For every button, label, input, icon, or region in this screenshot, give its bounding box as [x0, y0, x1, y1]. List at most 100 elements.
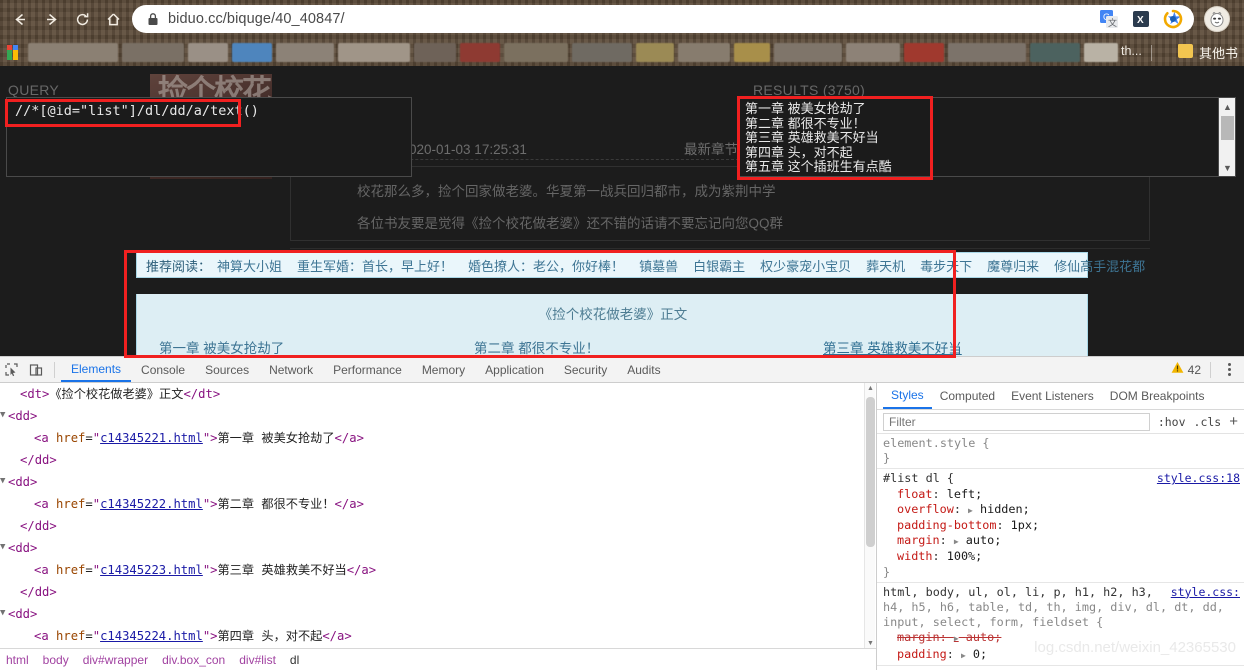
recommended-link[interactable]: 魔尊归来 — [987, 259, 1039, 274]
devtools-tab-security[interactable]: Security — [554, 357, 617, 382]
x-extension-icon[interactable]: X — [1130, 8, 1152, 30]
bookmark-item[interactable] — [188, 43, 228, 62]
expand-triangle-icon[interactable]: ▼ — [0, 477, 10, 486]
bookmark-item[interactable] — [572, 43, 632, 62]
recommended-link[interactable]: 神算大小姐 — [217, 259, 282, 274]
breadcrumb-item[interactable]: div.box_con — [162, 653, 225, 667]
scroll-up-arrow-icon[interactable]: ▲ — [1219, 99, 1236, 114]
hov-toggle-button[interactable]: :hov — [1158, 415, 1186, 429]
profile-avatar[interactable] — [1204, 6, 1230, 32]
css-source-link[interactable]: style.css:18 — [1157, 471, 1240, 486]
bookmark-item[interactable] — [276, 43, 334, 62]
scroll-up-arrow-icon[interactable]: ▲ — [865, 383, 876, 394]
breadcrumb-item[interactable]: body — [43, 653, 69, 667]
dom-tree-line[interactable]: <a href="c14345221.html">第一章 被美女抢劫了</a> — [0, 427, 876, 449]
recommended-link[interactable]: 葬天机 — [866, 259, 905, 274]
bookmark-item[interactable] — [460, 43, 500, 62]
recommended-link[interactable]: 婚色撩人：老公，你好棒！ — [468, 259, 624, 274]
scroll-down-arrow-icon[interactable]: ▼ — [1219, 160, 1236, 175]
other-bookmarks-label[interactable]: 其他书 — [1199, 43, 1238, 62]
devtools-tab-network[interactable]: Network — [259, 357, 323, 382]
dom-tree-line[interactable]: ▼ <dd> — [0, 537, 876, 559]
recommended-link[interactable]: 白银霸主 — [693, 259, 745, 274]
bookmark-item[interactable] — [1030, 43, 1080, 62]
recommended-link[interactable]: 修仙高手混花都 — [1054, 259, 1145, 274]
bookmark-truncated-label[interactable]: th... — [1121, 44, 1142, 58]
devtools-tab-console[interactable]: Console — [131, 357, 195, 382]
devtools-tab-application[interactable]: Application — [475, 357, 554, 382]
expand-triangle-icon[interactable]: ▼ — [0, 411, 10, 420]
styles-tab-dom-breakpoints[interactable]: DOM Breakpoints — [1102, 383, 1213, 409]
bookmark-item[interactable] — [338, 43, 410, 62]
bookmark-item[interactable] — [414, 43, 456, 62]
scrollbar-thumb[interactable] — [866, 397, 875, 547]
address-bar[interactable]: biduo.cc/biquge/40_40847/ ★ — [132, 5, 1194, 33]
bookmark-item[interactable] — [232, 43, 272, 62]
bookmark-item[interactable] — [734, 43, 770, 62]
bookmark-item[interactable] — [678, 43, 730, 62]
dom-tree-line[interactable]: ▼ <dd> — [0, 471, 876, 493]
scrollbar-thumb[interactable] — [1221, 116, 1234, 140]
dom-tree-line[interactable]: <a href="c14345223.html">第三章 英雄救美不好当</a> — [0, 559, 876, 581]
google-translate-icon[interactable]: G文 — [1098, 8, 1120, 30]
devtools-tab-memory[interactable]: Memory — [412, 357, 475, 382]
inspect-cursor-icon[interactable] — [0, 358, 24, 382]
devtools-tab-elements[interactable]: Elements — [61, 357, 132, 382]
apps-grid-icon[interactable] — [7, 45, 21, 60]
css-rule[interactable]: element.style {} — [877, 434, 1244, 470]
breadcrumb-item[interactable]: dl — [290, 653, 299, 667]
bookmark-item[interactable] — [122, 43, 184, 62]
elements-tree[interactable]: <dt>《捡个校花做老婆》正文</dt> ▼ <dd> <a href="c14345… — [0, 383, 876, 649]
reload-button[interactable] — [69, 6, 95, 32]
css-source-link[interactable]: style.css: — [1171, 585, 1240, 600]
expand-triangle-icon[interactable]: ▼ — [0, 609, 10, 618]
warning-triangle-icon[interactable] — [1171, 361, 1184, 379]
elements-tree-scrollbar[interactable]: ▲ ▼ — [864, 383, 875, 649]
recommended-link[interactable]: 镇墓兽 — [639, 259, 678, 274]
bookmark-item[interactable] — [1084, 43, 1118, 62]
back-button[interactable] — [7, 6, 33, 32]
device-toolbar-icon[interactable] — [24, 358, 48, 382]
styles-tab-styles[interactable]: Styles — [883, 383, 932, 409]
breadcrumb-item[interactable]: div#wrapper — [83, 653, 148, 667]
chapter-link[interactable]: 第二章 都很不专业！ — [474, 341, 599, 356]
bookmark-item[interactable] — [948, 43, 1026, 62]
cls-toggle-button[interactable]: .cls — [1194, 415, 1222, 429]
recommended-link[interactable]: 权少豪宠小宝贝 — [760, 259, 851, 274]
xpath-query-panel[interactable]: //*[@id="list"]/dl/dd/a/text() — [6, 97, 412, 177]
devtools-tab-audits[interactable]: Audits — [617, 357, 670, 382]
other-bookmarks-folder-icon[interactable] — [1178, 44, 1193, 58]
bookmark-item[interactable] — [904, 43, 944, 62]
dom-tree-line[interactable]: </dd> — [0, 515, 876, 537]
expand-triangle-icon[interactable]: ▼ — [0, 543, 10, 552]
dom-tree-line[interactable]: ▼ <dd> — [0, 405, 876, 427]
recommended-link[interactable]: 重生军婚：首长，早上好！ — [297, 259, 453, 274]
new-style-rule-button[interactable]: + — [1229, 414, 1238, 429]
xpath-results-scrollbar[interactable]: ▲ ▼ — [1218, 98, 1235, 176]
dom-tree-line[interactable]: ▼ <dd> — [0, 603, 876, 625]
styles-tab-computed[interactable]: Computed — [932, 383, 1003, 409]
dom-tree-line[interactable]: </dd> — [0, 581, 876, 603]
breadcrumb-item[interactable]: div#list — [239, 653, 276, 667]
breadcrumb-item[interactable]: html — [6, 653, 29, 667]
dom-tree-line[interactable]: </dd> — [0, 449, 876, 471]
dom-tree-line[interactable]: <dt>《捡个校花做老婆》正文</dt> — [0, 383, 876, 405]
dom-tree-line[interactable]: <a href="c14345222.html">第二章 都很不专业！</a> — [0, 493, 876, 515]
css-rule[interactable]: style.css: html, body, ul, ol, li, p, h1,… — [877, 583, 1244, 666]
loader-extension-icon[interactable] — [1162, 8, 1184, 30]
bookmark-item[interactable] — [846, 43, 900, 62]
xpath-query-input[interactable]: //*[@id="list"]/dl/dd/a/text() — [15, 103, 259, 119]
chapter-link[interactable]: 第一章 被美女抢劫了 — [159, 341, 284, 356]
devtools-tab-sources[interactable]: Sources — [195, 357, 259, 382]
home-button[interactable] — [100, 6, 126, 32]
bookmark-item[interactable] — [636, 43, 674, 62]
bookmark-item[interactable] — [28, 43, 118, 62]
css-rule[interactable]: style.css:18 #list dl {float: left; overfl… — [877, 469, 1244, 583]
forward-button[interactable] — [38, 6, 64, 32]
chapter-link[interactable]: 第三章 英雄救美不好当 — [823, 341, 962, 356]
recommended-link[interactable]: 毒步天下 — [920, 259, 972, 274]
styles-filter-input[interactable] — [883, 412, 1150, 431]
bookmark-item[interactable] — [504, 43, 568, 62]
dom-tree-line[interactable]: <a href="c14345224.html">第四章 头，对不起</a> — [0, 625, 876, 647]
styles-tab-event-listeners[interactable]: Event Listeners — [1003, 383, 1102, 409]
